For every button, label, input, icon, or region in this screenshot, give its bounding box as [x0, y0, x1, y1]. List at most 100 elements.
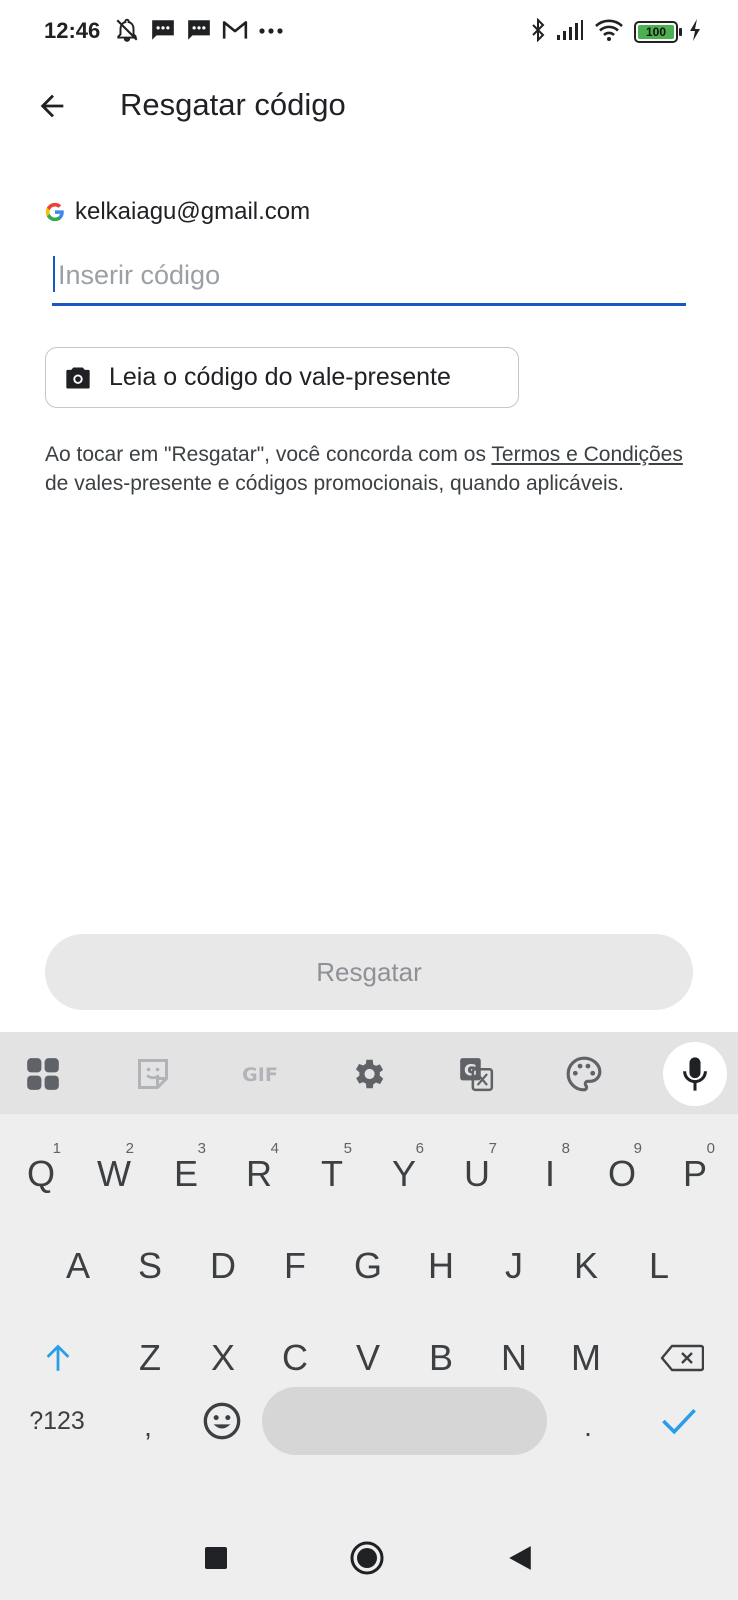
signal-icon	[556, 19, 584, 46]
navigation-bar	[0, 1514, 738, 1600]
key-n[interactable]: N	[488, 1318, 540, 1398]
message-icon	[186, 18, 212, 47]
key-hint: 1	[52, 1140, 61, 1157]
key-d[interactable]: D	[197, 1226, 249, 1306]
key-label: W	[97, 1153, 131, 1194]
key-g[interactable]: G	[342, 1226, 394, 1306]
space-key[interactable]	[262, 1387, 547, 1455]
notification-icons	[114, 18, 284, 46]
key-label: O	[607, 1153, 636, 1194]
settings-gear-icon[interactable]	[346, 1052, 390, 1096]
key-label: T	[321, 1153, 343, 1194]
mic-icon	[683, 1057, 707, 1091]
redeem-button[interactable]: Resgatar	[45, 934, 693, 1010]
comma-key[interactable]: ,	[128, 1387, 168, 1467]
period-key[interactable]: .	[568, 1387, 608, 1467]
key-l[interactable]: L	[633, 1226, 685, 1306]
key-v[interactable]: V	[342, 1318, 394, 1398]
mic-button[interactable]	[663, 1042, 727, 1106]
key-t[interactable]: T5	[306, 1134, 358, 1214]
key-z[interactable]: Z	[124, 1318, 176, 1398]
charging-icon	[688, 18, 702, 47]
scan-gift-card-button[interactable]: Leia o código do vale-presente	[45, 347, 519, 408]
status-time: 12:46	[44, 18, 101, 43]
key-a[interactable]: A	[52, 1226, 104, 1306]
account-email: kelkaiagu@gmail.com	[75, 198, 311, 225]
key-row-2: A S D F G H J K L	[0, 1226, 738, 1306]
keyboard-toolbar: GIF G	[0, 1032, 738, 1114]
key-label: P	[682, 1153, 707, 1194]
shift-key[interactable]	[30, 1318, 86, 1398]
recents-button[interactable]	[194, 1536, 238, 1580]
key-w[interactable]: W2	[88, 1134, 140, 1214]
mute-bell-icon	[114, 17, 140, 48]
terms-suffix: de vales-presente e códigos promocionais…	[45, 472, 625, 495]
key-label: Q	[26, 1153, 55, 1194]
system-icons: 100	[530, 17, 702, 47]
gif-icon[interactable]: GIF	[238, 1052, 282, 1096]
google-g-icon	[45, 202, 64, 222]
more-dots-icon	[258, 23, 284, 41]
enter-key[interactable]	[648, 1387, 710, 1455]
key-p[interactable]: P0	[669, 1134, 721, 1214]
key-y[interactable]: Y6	[378, 1134, 430, 1214]
translate-icon[interactable]: G	[454, 1052, 498, 1096]
key-hint: 0	[706, 1140, 715, 1157]
app-bar: Resgatar código	[0, 66, 738, 148]
page-title: Resgatar código	[120, 87, 346, 122]
checkmark-icon	[662, 1408, 696, 1435]
key-j[interactable]: J	[488, 1226, 540, 1306]
square-icon	[205, 1547, 227, 1569]
battery-icon: 100	[634, 21, 682, 43]
key-hint: 9	[633, 1140, 642, 1157]
shift-arrow-icon	[46, 1344, 70, 1371]
key-i[interactable]: I8	[524, 1134, 576, 1214]
key-u[interactable]: U7	[451, 1134, 503, 1214]
key-hint: 8	[561, 1140, 570, 1157]
scan-button-label: Leia o código do vale-presente	[109, 363, 451, 391]
emoji-key[interactable]	[198, 1387, 246, 1455]
battery-level: 100	[638, 25, 674, 39]
terms-link[interactable]: Termos e Condições	[491, 443, 682, 466]
keyboard: GIF G Q1 W2 E3 R4 T5 Y6 U7 I8 O9 P0 A S …	[0, 1032, 738, 1514]
backspace-key[interactable]	[652, 1318, 712, 1398]
terms-text: Ao tocar em "Resgatar", você concorda co…	[45, 440, 705, 498]
key-k[interactable]: K	[560, 1226, 612, 1306]
key-b[interactable]: B	[415, 1318, 467, 1398]
back-nav-button[interactable]	[498, 1536, 542, 1580]
palette-icon[interactable]	[562, 1052, 606, 1096]
key-e[interactable]: E3	[160, 1134, 212, 1214]
apps-grid-icon[interactable]	[21, 1052, 65, 1096]
key-label: R	[246, 1153, 272, 1194]
key-s[interactable]: S	[124, 1226, 176, 1306]
key-h[interactable]: H	[415, 1226, 467, 1306]
gmail-icon	[222, 19, 248, 46]
key-hint: 6	[415, 1140, 424, 1157]
key-hint: 5	[343, 1140, 352, 1157]
key-c[interactable]: C	[269, 1318, 321, 1398]
key-f[interactable]: F	[269, 1226, 321, 1306]
back-button[interactable]	[28, 82, 76, 130]
key-q[interactable]: Q1	[15, 1134, 67, 1214]
text-caret	[53, 256, 55, 292]
terms-prefix: Ao tocar em "Resgatar", você concorda co…	[45, 443, 492, 466]
camera-icon	[64, 364, 92, 392]
emoji-icon	[203, 1402, 241, 1440]
key-label: E	[173, 1153, 198, 1194]
key-o[interactable]: O9	[596, 1134, 648, 1214]
key-hint: 7	[488, 1140, 497, 1157]
backspace-icon	[660, 1344, 704, 1372]
account-row: kelkaiagu@gmail.com	[44, 198, 310, 226]
arrow-back-icon	[40, 94, 64, 118]
symbols-key[interactable]: ?123	[18, 1387, 96, 1455]
wifi-icon	[594, 18, 624, 47]
key-hint: 2	[125, 1140, 134, 1157]
home-button[interactable]	[345, 1536, 389, 1580]
code-input[interactable]	[52, 250, 686, 300]
key-row-1: Q1 W2 E3 R4 T5 Y6 U7 I8 O9 P0	[0, 1134, 738, 1214]
sticker-icon[interactable]	[131, 1052, 175, 1096]
key-m[interactable]: M	[560, 1318, 612, 1398]
key-r[interactable]: R4	[233, 1134, 285, 1214]
bluetooth-icon	[530, 17, 546, 47]
key-x[interactable]: X	[197, 1318, 249, 1398]
